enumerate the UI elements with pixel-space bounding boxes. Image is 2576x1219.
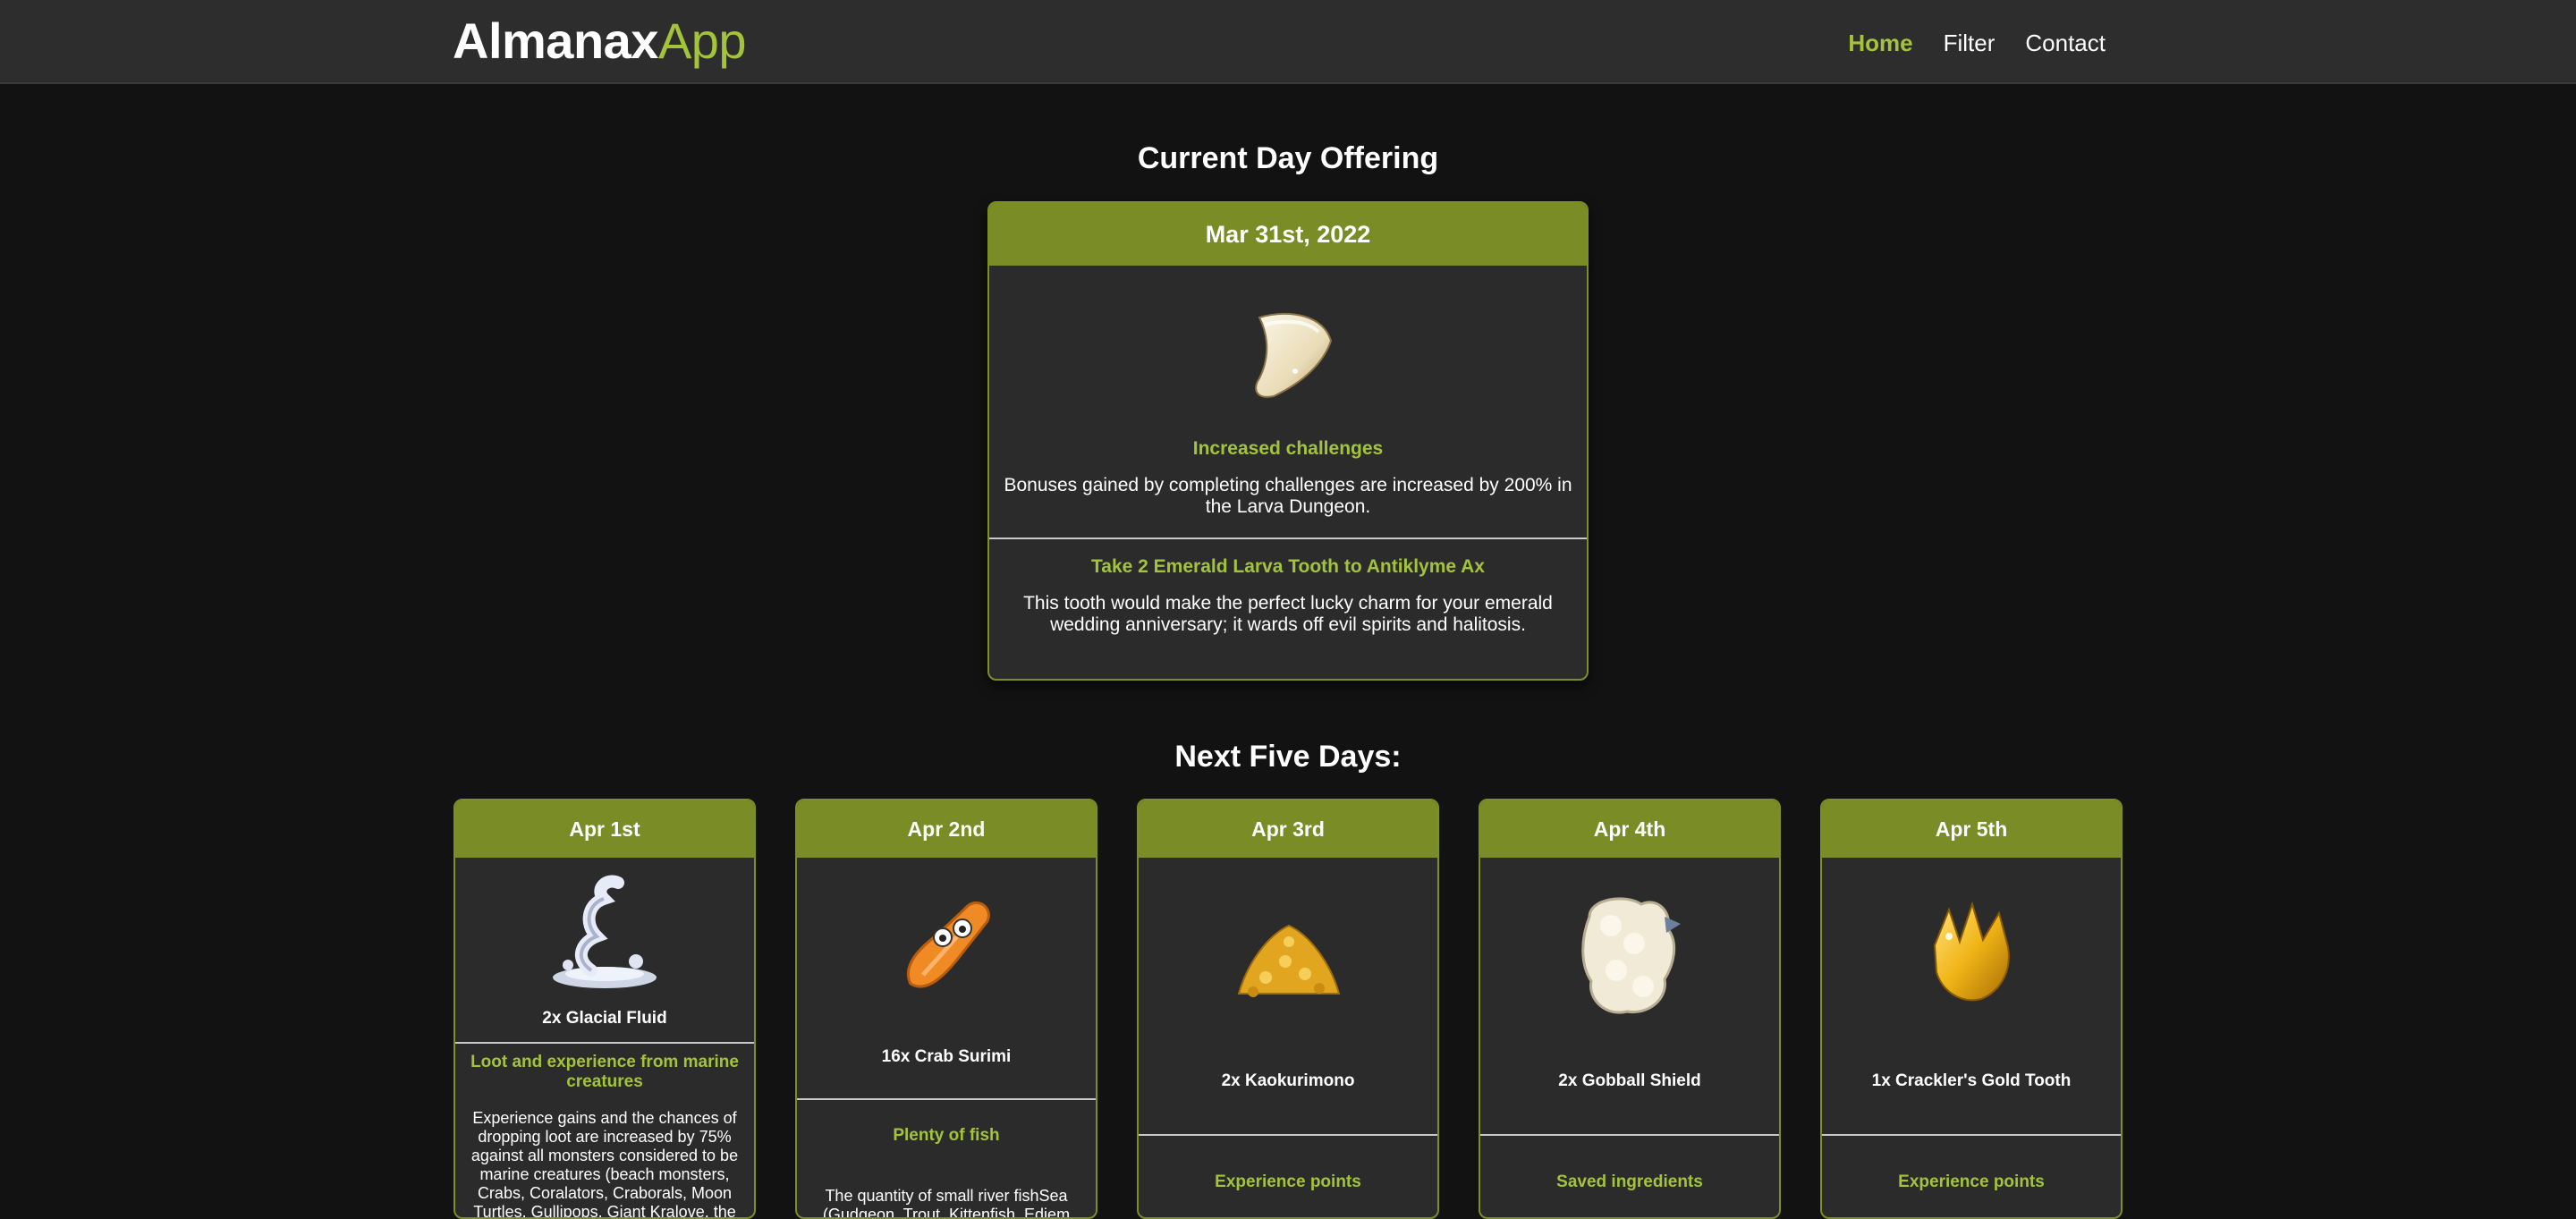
day-divider [1480,1134,1779,1136]
day-bonus-title: Plenty of fish [893,1126,1000,1145]
day-card-4: Apr 4th 2x Gobball Shield Saved ingredie… [1479,799,1781,1219]
day-item-name: 2x Kaokurimono [1221,1071,1355,1090]
day-divider [1139,1134,1437,1136]
day-bonus-desc: The quantity of small river fishSea (Gud… [822,1187,1071,1219]
day-divider [797,1098,1096,1100]
current-quest-desc: This tooth would make the perfect lucky … [1023,593,1553,635]
day-bonus-title: Experience points [1898,1172,2045,1191]
day-card-2: Apr 2nd 16x Crab Surimi Plenty of fish T… [795,799,1097,1219]
day-item-name: 1x Crackler's Gold Tooth [1871,1071,2072,1090]
crab-surimi-icon [906,901,990,988]
next-section-title: Next Five Days: [1174,740,1402,774]
day-date: Apr 3rd [1139,800,1437,858]
day-divider [455,1042,754,1044]
nav-filter-link[interactable]: Filter [1938,25,2001,61]
brand-main: Almanax [453,13,658,69]
current-day-card: Mar 31st, 2022 Increased challenges Bonu… [987,201,1589,681]
nav-contact-link[interactable]: Contact [2020,25,2111,61]
current-divider [989,538,1587,539]
day-divider [1822,1134,2121,1136]
day-date: Apr 4th [1480,800,1779,858]
nav-links: Home Filter Contact [1843,25,2111,61]
current-quest-title: Take 2 Emerald Larva Tooth to Antiklyme … [1091,556,1485,577]
current-section-title: Current Day Offering [1137,141,1439,175]
day-bonus-desc: Experience gains and the chances of drop… [470,1109,739,1219]
current-date: Mar 31st, 2022 [989,203,1587,266]
nav-home-link[interactable]: Home [1843,25,1918,61]
day-bonus-title: Experience points [1215,1172,1361,1191]
gobball-shield-icon [1581,897,1681,1014]
current-bonus-title: Increased challenges [1192,438,1384,459]
day-card-3: Apr 3rd 2x Kaokurimono Experience points [1137,799,1439,1219]
day-item-name: 16x Crab Surimi [881,1047,1012,1066]
current-bonus-desc: Bonuses gained by completing challenges … [1004,475,1572,517]
day-bonus-title: Saved ingredients [1556,1172,1703,1191]
day-date: Apr 5th [1822,800,2121,858]
day-date: Apr 1st [455,800,754,858]
day-item-name: 2x Gobball Shield [1558,1071,1701,1090]
navbar: AlmanaxApp Home Filter Contact [0,0,2576,84]
glacial-fluid-icon [553,875,657,988]
day-bonus-title: Loot and experience from marine creature… [470,1053,739,1091]
brand-logo[interactable]: AlmanaxApp [453,13,747,70]
kaokurimono-icon [1237,924,1341,997]
day-card-5: Apr 5th 1x Crackler's Gold Tooth Experie… [1820,799,2123,1219]
current-item-image [989,266,1587,423]
day-item-name: 2x Glacial Fluid [542,1009,667,1028]
day-date: Apr 2nd [797,800,1096,858]
brand-accent: App [657,13,747,69]
crackler-gold-tooth-icon [1933,901,2010,1002]
day-card-1: Apr 1st 2x Glacial Fluid Loot and experi… [453,799,756,1219]
tooth-icon [1255,312,1333,398]
